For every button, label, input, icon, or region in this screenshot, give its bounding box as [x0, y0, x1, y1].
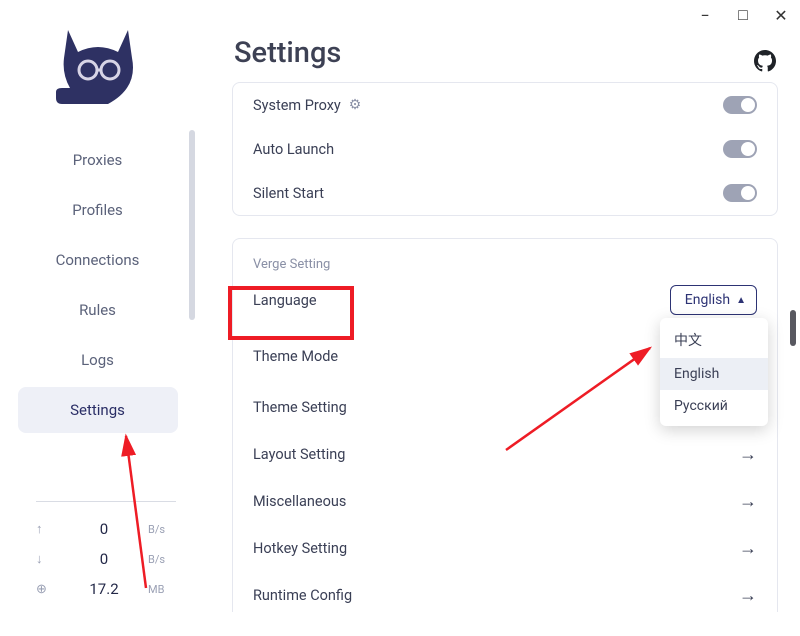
- gear-icon[interactable]: ⚙: [349, 97, 362, 113]
- row-label-layout-setting: Layout Setting: [253, 446, 345, 463]
- row-label-language: Language: [253, 292, 317, 309]
- arrow-right-icon: →: [739, 585, 757, 606]
- sidebar-scrollbar[interactable]: [189, 130, 195, 320]
- row-miscellaneous[interactable]: Miscellaneous →: [233, 478, 777, 525]
- row-label-auto-launch: Auto Launch: [253, 141, 334, 158]
- sidebar-item-settings[interactable]: Settings: [18, 387, 178, 433]
- language-option-en[interactable]: English: [660, 358, 768, 390]
- language-dropdown: 中文 English Русский: [660, 318, 768, 426]
- sidebar-nav: Proxies Profiles Connections Rules Logs …: [18, 137, 178, 433]
- stat-upload: ↑ 0 B/s: [36, 520, 176, 538]
- row-layout-setting[interactable]: Layout Setting →: [233, 431, 777, 478]
- verge-section-label: Verge Setting: [233, 239, 777, 272]
- chevron-up-icon: ▲: [736, 295, 746, 306]
- row-label-hotkey-setting: Hotkey Setting: [253, 540, 347, 557]
- row-auto-launch: Auto Launch: [233, 127, 777, 171]
- stat-upload-unit: B/s: [148, 523, 176, 536]
- sidebar-item-proxies[interactable]: Proxies: [18, 137, 178, 183]
- system-settings-card: System Proxy ⚙ Auto Launch Silent Start: [232, 82, 778, 216]
- page-title: Settings: [234, 36, 800, 70]
- sidebar-item-connections[interactable]: Connections: [18, 237, 178, 283]
- language-option-ru[interactable]: Русский: [660, 390, 768, 422]
- sidebar-item-logs[interactable]: Logs: [18, 337, 178, 383]
- stat-download-value: 0: [60, 550, 148, 568]
- stat-memory-unit: MB: [148, 583, 176, 596]
- language-select-value: English: [685, 292, 730, 308]
- arrow-right-icon: →: [739, 444, 757, 465]
- app-logo: [48, 18, 148, 113]
- arrow-right-icon: →: [739, 491, 757, 512]
- toggle-silent-start[interactable]: [723, 184, 757, 202]
- traffic-stats: ↑ 0 B/s ↓ 0 B/s ⊕ 17.2 MB: [36, 501, 176, 598]
- github-icon[interactable]: [754, 50, 776, 72]
- cat-body-icon: [56, 30, 133, 104]
- arrow-right-icon: →: [739, 538, 757, 559]
- row-silent-start: Silent Start: [233, 171, 777, 215]
- stat-download-unit: B/s: [148, 553, 176, 566]
- row-system-proxy: System Proxy ⚙: [233, 83, 777, 127]
- language-option-zh[interactable]: 中文: [660, 322, 768, 358]
- toggle-system-proxy[interactable]: [723, 96, 757, 114]
- language-select[interactable]: English ▲: [670, 285, 757, 315]
- upload-icon: ↑: [36, 521, 60, 537]
- row-label-system-proxy: System Proxy: [253, 97, 341, 114]
- stat-download: ↓ 0 B/s: [36, 550, 176, 568]
- row-hotkey-setting[interactable]: Hotkey Setting →: [233, 525, 777, 572]
- stat-memory: ⊕ 17.2 MB: [36, 580, 176, 598]
- download-icon: ↓: [36, 551, 60, 567]
- row-label-miscellaneous: Miscellaneous: [253, 493, 346, 510]
- sidebar: Proxies Profiles Connections Rules Logs …: [0, 0, 195, 636]
- row-label-theme-mode: Theme Mode: [253, 348, 338, 365]
- stat-upload-value: 0: [60, 520, 148, 538]
- sidebar-item-rules[interactable]: Rules: [18, 287, 178, 333]
- toggle-auto-launch[interactable]: [723, 140, 757, 158]
- main-scrollbar[interactable]: [790, 310, 796, 346]
- row-runtime-config[interactable]: Runtime Config →: [233, 572, 777, 608]
- chip-icon: ⊕: [36, 582, 60, 597]
- row-label-theme-setting: Theme Setting: [253, 399, 347, 416]
- row-label-runtime-config: Runtime Config: [253, 587, 352, 604]
- sidebar-item-profiles[interactable]: Profiles: [18, 187, 178, 233]
- stat-memory-value: 17.2: [60, 580, 148, 598]
- row-label-silent-start: Silent Start: [253, 185, 324, 202]
